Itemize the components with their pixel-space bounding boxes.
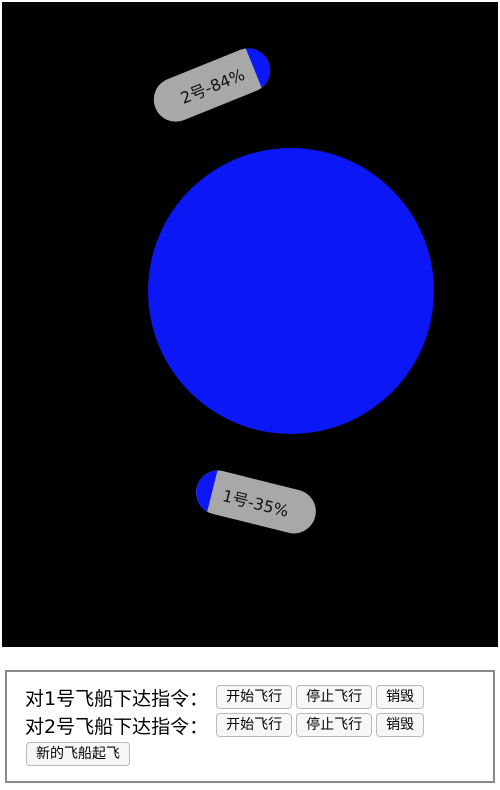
ship-1-destroy-button[interactable]: 销毁 [376,685,425,709]
launch-row: 新的飞船起飞 [26,741,134,767]
ship-1-command-row: 对1号飞船下达指令： 开始飞行 停止飞行 销毁 [25,684,428,710]
ship-2-command-row: 对2号飞船下达指令： 开始飞行 停止飞行 销毁 [25,712,428,738]
ship-1-start-button[interactable]: 开始飞行 [216,685,293,709]
ship-2-stop-button[interactable]: 停止飞行 [296,713,373,737]
spaceship-1-label: 1号-35% [220,486,291,521]
launch-new-ship-button[interactable]: 新的飞船起飞 [26,742,130,766]
spaceship-2: 2号-84% [147,41,277,129]
ship-2-destroy-button[interactable]: 销毁 [376,713,425,737]
ship-1-command-prompt: 对1号飞船下达指令： [25,687,209,710]
ship-2-start-button[interactable]: 开始飞行 [216,713,293,737]
ship-2-command-prompt: 对2号飞船下达指令： [25,715,209,738]
planet [148,148,434,434]
command-panel: 对1号飞船下达指令： 开始飞行 停止飞行 销毁 对2号飞船下达指令： 开始飞行 … [5,670,495,783]
spaceship-2-label: 2号-84% [177,64,248,108]
spaceship-1: 1号-35% [191,465,321,539]
ship-1-stop-button[interactable]: 停止飞行 [296,685,373,709]
universe-canvas: 2号-84% 1号-35% [2,2,498,647]
